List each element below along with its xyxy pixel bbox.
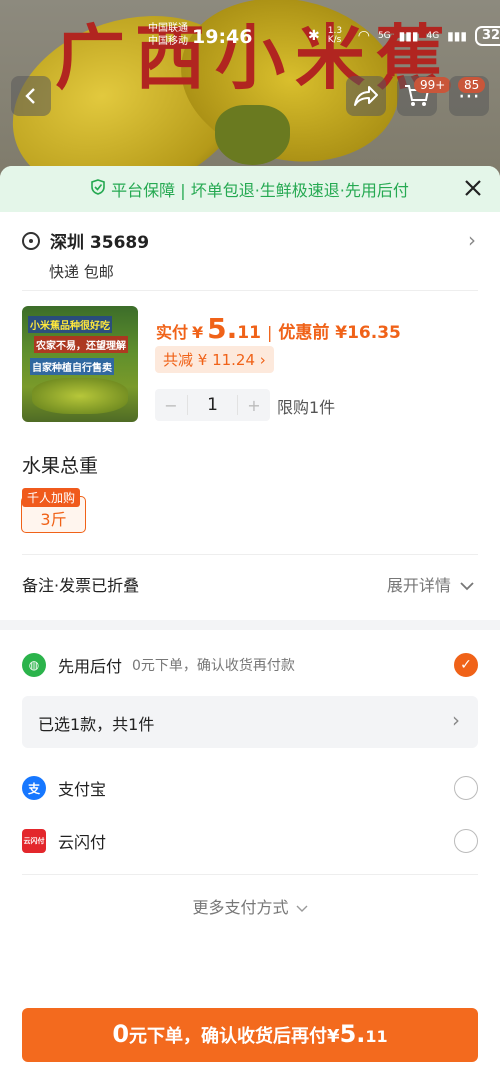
price-integer: 5. xyxy=(207,312,238,345)
section-gap xyxy=(0,620,500,630)
chevron-right-icon: › xyxy=(452,708,460,732)
chevron-right-icon: › xyxy=(468,228,476,252)
unionpay-radio[interactable] xyxy=(454,829,478,853)
divider xyxy=(22,290,478,291)
status-bar: 中国联通 中国移动 19:46 ✱ 1.3 K/s ◠ 5G ▮▮▮ 4G ▮▮… xyxy=(0,22,500,52)
divider xyxy=(22,554,478,555)
bnpl-desc: 0元下单，确认收货再付款 xyxy=(132,658,295,674)
more-payment-methods[interactable]: 更多支付方式 xyxy=(0,894,500,918)
more-payment-label: 更多支付方式 xyxy=(192,898,289,917)
chevron-down-icon xyxy=(296,905,308,912)
wifi-icon: ◠ xyxy=(357,28,370,44)
signal-icon: ▮▮▮ xyxy=(398,29,419,43)
increase-button[interactable]: + xyxy=(238,396,270,415)
selected-summary[interactable]: 已选1款，共1件 › xyxy=(22,696,478,748)
guarantee-text: 平台保障 | 坏单包退·生鲜极速退·先用后付 xyxy=(111,181,409,200)
bnpl-icon: ◍ xyxy=(22,653,46,677)
alipay-name: 支付宝 xyxy=(58,780,107,799)
chevron-left-icon xyxy=(25,88,35,104)
selected-summary-text: 已选1款，共1件 xyxy=(38,715,155,734)
pay-option-unionpay[interactable]: 云闪付 云闪付 xyxy=(22,829,478,853)
unionpay-icon: 云闪付 xyxy=(22,829,46,853)
chevron-down-icon xyxy=(460,582,474,591)
carrier-2: 中国移动 xyxy=(148,36,188,47)
product-thumbnail[interactable]: 小米蕉品种很好吃 农家不易，还望理解 自家种植自行售卖 xyxy=(22,306,138,422)
decrease-button[interactable]: − xyxy=(155,396,187,415)
status-time: 19:46 xyxy=(192,26,253,48)
thumb-text-2: 农家不易，还望理解 xyxy=(34,336,128,353)
platform-guarantee-bar: 平台保障 | 坏单包退·生鲜极速退·先用后付 xyxy=(0,166,500,212)
cart-badge: 99+ xyxy=(414,77,452,93)
thumb-text-3: 自家种植自行售卖 xyxy=(30,358,114,375)
back-button[interactable] xyxy=(11,76,51,116)
checkout-sheet: 平台保障 | 坏单包退·生鲜极速退·先用后付 深圳 35689 快递 包邮 › … xyxy=(0,166,500,1083)
carrier-info: 中国联通 中国移动 xyxy=(148,22,188,48)
divider xyxy=(22,874,478,875)
cta-zero: 0 xyxy=(112,1020,130,1048)
bluetooth-icon: ✱ xyxy=(308,28,320,44)
pay-option-bnpl[interactable]: ◍ 先用后付 0元下单，确认收货再付款 ✓ xyxy=(22,653,478,677)
cta-currency: ¥ xyxy=(327,1026,340,1047)
net-speed: 1.3 K/s xyxy=(327,26,343,45)
location-pin-icon xyxy=(22,231,40,250)
alipay-icon: 支 xyxy=(22,776,46,800)
pay-option-alipay[interactable]: 支 支付宝 xyxy=(22,776,478,800)
remark-label: 备注·发票已折叠 xyxy=(22,576,140,595)
original-price: 优惠前 ¥16.35 xyxy=(278,323,401,343)
popular-tag: 千人加购 xyxy=(22,488,81,507)
bnpl-name: 先用后付 xyxy=(58,657,123,676)
expand-details-button[interactable]: 展开详情 xyxy=(387,572,474,596)
price-decimal: 11 xyxy=(237,323,261,343)
price-separator: | xyxy=(266,323,273,342)
banana-stem xyxy=(215,105,290,165)
share-button[interactable] xyxy=(346,76,386,116)
thumb-text-1: 小米蕉品种很好吃 xyxy=(28,316,112,333)
expand-label: 展开详情 xyxy=(386,576,451,595)
banner-title: 广西小米蕉 xyxy=(55,17,455,99)
cta-price-int: 5. xyxy=(339,1020,366,1048)
cta-text: 元下单，确认收货后再付 xyxy=(129,1026,328,1047)
alipay-radio[interactable] xyxy=(454,776,478,800)
battery-icon: 32 xyxy=(474,26,500,46)
address-line: 深圳 35689 xyxy=(22,228,480,253)
status-icons: ✱ 1.3 K/s ◠ 5G ▮▮▮ 4G ▮▮▮ 32 xyxy=(308,26,500,46)
thumb-bananas xyxy=(32,378,128,414)
close-icon xyxy=(465,180,481,196)
shipping-info: 快递 包邮 xyxy=(49,263,114,281)
carrier-1: 中国联通 xyxy=(148,23,188,34)
unionpay-name: 云闪付 xyxy=(58,833,107,852)
signal-icon-2: ▮▮▮ xyxy=(447,29,467,43)
submit-order-button[interactable]: 0 元下单，确认收货后再付 ¥ 5. 11 xyxy=(22,1008,478,1062)
cta-price-dec: 11 xyxy=(365,1027,388,1046)
purchase-limit: 限购1件 xyxy=(277,398,336,417)
net-5g: 5G xyxy=(377,31,391,41)
address-text: 深圳 35689 xyxy=(50,233,150,253)
message-badge: 85 xyxy=(458,77,486,93)
discount-chip[interactable]: 共减 ¥ 11.24 › xyxy=(155,346,274,373)
bnpl-radio-checked[interactable]: ✓ xyxy=(454,653,478,677)
currency-symbol: ¥ xyxy=(192,323,204,342)
spec-title: 水果总重 xyxy=(22,455,99,477)
price-row: 实付 ¥ 5. 11 | 优惠前 ¥16.35 xyxy=(156,312,401,345)
share-icon xyxy=(354,86,378,106)
address-section[interactable]: 深圳 35689 快递 包邮 › xyxy=(22,228,480,282)
net-4g: 4G xyxy=(426,31,440,41)
quantity-stepper: − 1 + xyxy=(155,389,270,421)
quantity-value[interactable]: 1 xyxy=(187,395,238,415)
close-button[interactable] xyxy=(464,174,482,203)
actual-pay-label: 实付 xyxy=(156,323,189,342)
shield-icon xyxy=(91,179,105,199)
